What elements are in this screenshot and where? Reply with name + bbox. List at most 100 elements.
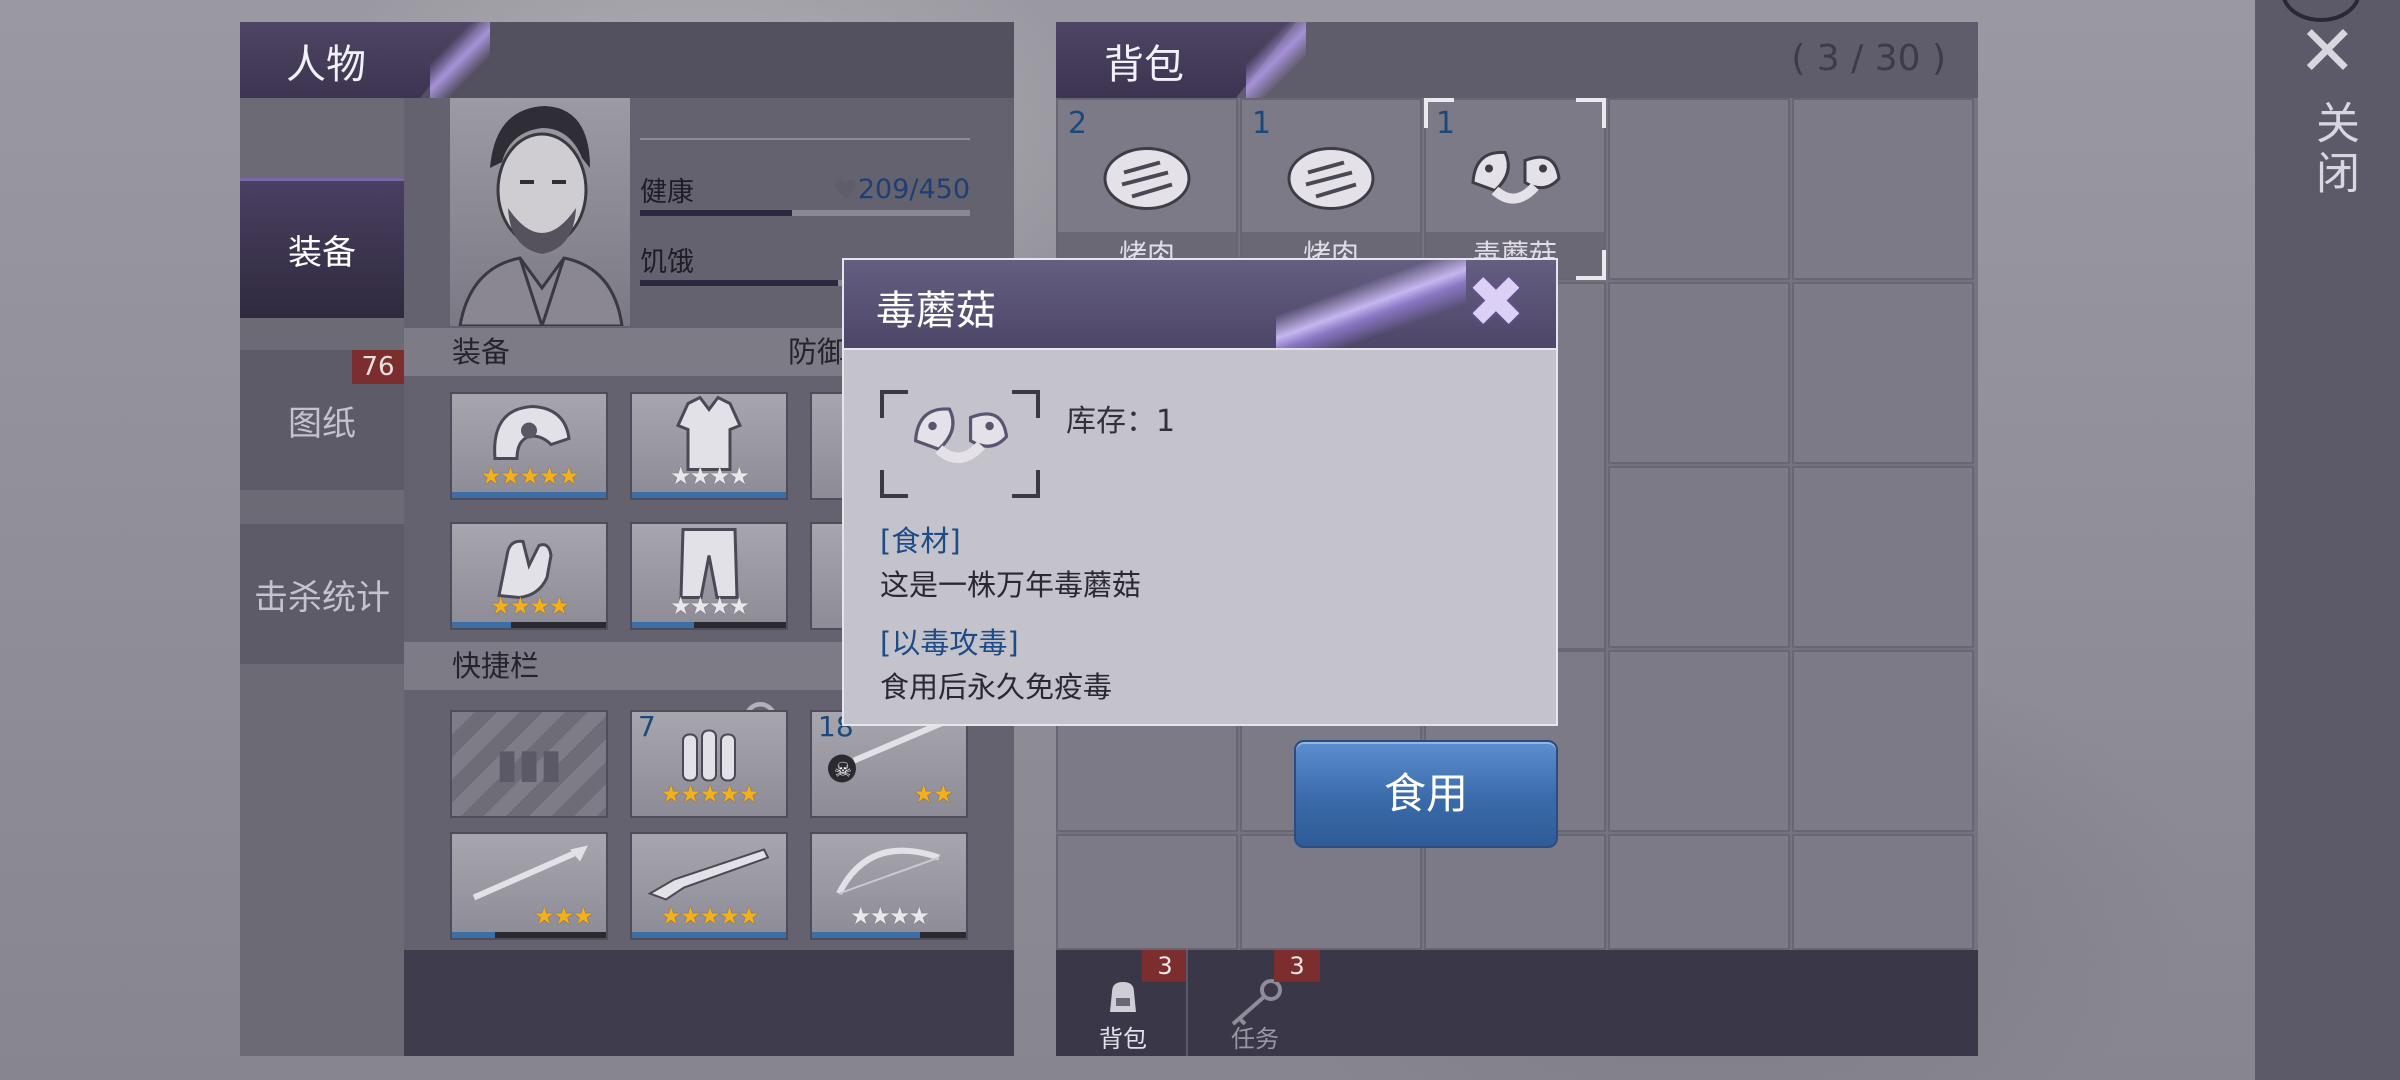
spear-stars: ★★★ (533, 902, 594, 930)
steak-icon (1286, 143, 1376, 228)
equipment-slot-pants[interactable]: ★★★★ (630, 522, 788, 630)
mushroom-icon (1465, 143, 1565, 228)
jacket-stars: ★★★★ (669, 462, 750, 490)
empty-slot-icon: ▮▮▮ (495, 741, 563, 787)
eat-button[interactable]: 食用 (1294, 740, 1558, 848)
desc-block-2: [以毒攻毒] 食用后永久免疫毒 (880, 620, 1112, 706)
backpack-cell[interactable] (1608, 834, 1790, 950)
portrait-image (458, 106, 624, 328)
hotbar-slot-2-count: 7 (638, 710, 656, 743)
spear-durability (452, 932, 606, 938)
hotbar-slot-3[interactable]: 18 ☠ ★★ (810, 710, 968, 818)
backpack-title: 背包 (1104, 42, 1184, 88)
backpack-header: 背包 ( 3 / 30 ) (1056, 22, 1978, 98)
health-label: 健康 (640, 177, 694, 208)
backpack-cell-3[interactable]: 1 毒蘑菇 (1424, 98, 1606, 280)
hotbar-slot-1[interactable]: ▮▮▮ (450, 710, 608, 818)
tab-kill-stats[interactable]: 击杀统计 (240, 524, 404, 664)
character-header: 人物 (240, 22, 1014, 98)
frame-corner (880, 470, 908, 498)
bullets-stars: ★★★★★ (660, 780, 760, 808)
character-side-tabs: 装备 图纸 76 击杀统计 (240, 98, 404, 1056)
backpack-cell[interactable] (1792, 466, 1974, 648)
heart-icon: ♥ (832, 174, 858, 207)
backpack-cell[interactable] (1240, 834, 1422, 950)
close-label: 关闭 (2308, 100, 2359, 200)
backpack-footer: 背包 3 任务 3 (1056, 950, 1978, 1056)
health-value: 209/450 (857, 174, 970, 205)
backpack-cell[interactable] (1056, 834, 1238, 950)
hunger-label: 饥饿 (640, 247, 694, 278)
selection-corner (1576, 98, 1606, 128)
close-panel[interactable]: ✕ 关闭 (2255, 0, 2400, 1080)
jacket-durability (632, 492, 786, 498)
backpack-cell[interactable] (1792, 650, 1974, 832)
footer-divider (1186, 950, 1188, 1056)
pants-durability (632, 622, 786, 628)
health-row: 健康 ♥ 209/450 (640, 160, 970, 230)
item-preview-frame (880, 390, 1040, 498)
tab-blueprints-label: 图纸 (288, 403, 356, 444)
desc-block-1: [食材] 这是一株万年毒蘑菇 (880, 518, 1141, 604)
selection-corner (1576, 250, 1606, 280)
tab-equipment[interactable]: 装备 (240, 178, 404, 318)
footer-tab-backpack[interactable]: 背包 3 (1058, 950, 1188, 1056)
hotbar-slot-2[interactable]: 7 ★★★★★ (630, 710, 788, 818)
footer-backpack-badge: 3 (1142, 950, 1188, 982)
hotbar-slot-6[interactable]: ★★★★ (810, 832, 968, 940)
shotgun-stars: ★★★★★ (660, 902, 760, 930)
backpack-cell-4[interactable] (1608, 98, 1790, 280)
mushroom-icon (905, 399, 1015, 490)
desc-tag-ingredient: [食材] (880, 524, 961, 558)
character-title: 人物 (286, 42, 366, 88)
item-detail-modal: 毒蘑菇 ✖ 库存：1 [食材] 这是一株万年毒蘑菇 [以毒攻毒] 食用后永久免疫… (842, 258, 1558, 726)
desc-text-ingredient: 这是一株万年毒蘑菇 (880, 568, 1142, 602)
modal-body: 库存：1 [食材] 这是一株万年毒蘑菇 [以毒攻毒] 食用后永久免疫毒 (842, 350, 1558, 726)
svg-text:☠: ☠ (834, 757, 852, 781)
backpack-cell[interactable] (1792, 282, 1974, 464)
footer-tab-backpack-label: 背包 (1099, 1025, 1147, 1053)
gloves-durability (452, 622, 606, 628)
backpack-cell-2[interactable]: 1 烤肉 (1240, 98, 1422, 280)
cell-2-count: 1 (1252, 106, 1272, 141)
backpack-cell-1[interactable]: 2 烤肉 (1056, 98, 1238, 280)
hotbar-slot-4[interactable]: ★★★ (450, 832, 608, 940)
modal-header-swoosh (1276, 260, 1466, 348)
selection-corner (1424, 98, 1454, 128)
desc-text-effect: 食用后永久免疫毒 (880, 670, 1113, 704)
helmet-durability (452, 492, 606, 498)
tab-blueprints[interactable]: 图纸 76 (240, 350, 404, 490)
footer-tab-quests-label: 任务 (1231, 1025, 1279, 1053)
blueprints-badge: 76 (352, 350, 404, 384)
backpack-cell[interactable] (1608, 650, 1790, 832)
pants-stars: ★★★★ (669, 592, 750, 620)
steak-icon (1102, 143, 1192, 228)
shotgun-durability (632, 932, 786, 938)
desc-tag-effect: [以毒攻毒] (880, 626, 1019, 660)
equipment-slot-gloves[interactable]: ★★★★ (450, 522, 608, 630)
backpack-cell-5[interactable] (1792, 98, 1974, 280)
hunger-bar-fill (640, 280, 838, 286)
modal-close-icon[interactable]: ✖ (1458, 264, 1534, 340)
modal-title: 毒蘑菇 (876, 288, 996, 334)
backpack-cell[interactable] (1608, 466, 1790, 648)
frame-corner (1012, 470, 1040, 498)
footer-tab-quests[interactable]: 任务 3 (1190, 950, 1320, 1056)
backpack-cell[interactable] (1608, 282, 1790, 464)
close-icon[interactable]: ✕ (2298, 16, 2357, 86)
character-footer (404, 950, 1014, 1056)
equipment-slot-jacket[interactable]: ★★★★ (630, 392, 788, 500)
defense-label: 防御 (788, 335, 847, 369)
health-bar (640, 210, 970, 216)
modal-header: 毒蘑菇 ✖ (842, 258, 1558, 350)
tab-equipment-label: 装备 (288, 233, 356, 273)
hotbar-slot-5[interactable]: ★★★★★ (630, 832, 788, 940)
backpack-cell[interactable] (1792, 834, 1974, 950)
equipment-slot-helmet[interactable]: ★★★★★ (450, 392, 608, 500)
frame-corner (880, 390, 908, 418)
frame-corner (1012, 390, 1040, 418)
header-stripe (430, 22, 490, 98)
character-portrait (450, 98, 630, 328)
bow-durability (812, 932, 966, 938)
backpack-cell[interactable] (1424, 834, 1606, 950)
